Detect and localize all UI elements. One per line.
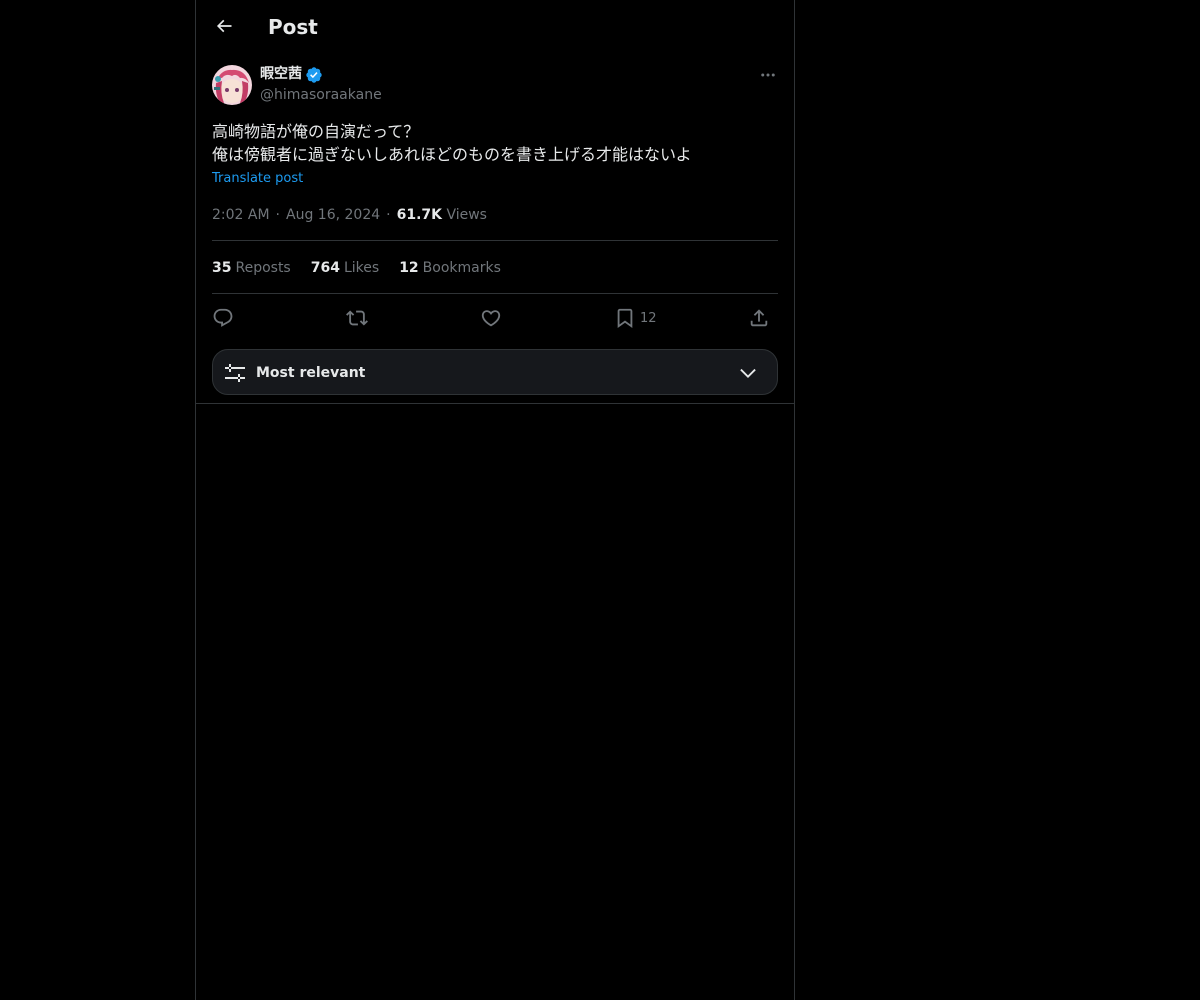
bookmark-button[interactable]: 12 <box>614 304 657 332</box>
likes-count: 764 <box>310 260 340 276</box>
main-column: Post 暇空茜 @himasoraakane 高崎物語が俺の自演だって？ 俺は… <box>195 0 795 1000</box>
views-count: 61.7K <box>396 207 442 223</box>
divider <box>212 240 778 241</box>
meta-separator: · <box>275 207 280 223</box>
post-date[interactable]: Aug 16, 2024 <box>286 207 380 223</box>
heart-icon <box>481 310 501 327</box>
share-icon <box>750 309 768 327</box>
divider <box>196 403 794 404</box>
more-dots-icon <box>761 73 775 77</box>
reposts-count: 35 <box>212 260 232 276</box>
arrow-left-icon <box>216 19 232 33</box>
post-stats: 35 Reposts 764 Likes 12 Bookmarks <box>212 259 521 277</box>
chevron-down-icon <box>740 368 756 378</box>
reply-icon <box>213 308 233 327</box>
translate-post-link[interactable]: Translate post <box>212 171 303 187</box>
divider <box>212 293 778 294</box>
more-options-button[interactable] <box>756 64 780 86</box>
sort-replies-dropdown[interactable]: Most relevant <box>212 349 778 395</box>
sort-label: Most relevant <box>256 365 366 381</box>
repost-button[interactable] <box>346 304 368 332</box>
action-bar: 12 <box>212 304 778 332</box>
author-handle[interactable]: @himasoraakane <box>260 86 382 105</box>
bookmarks-stat[interactable]: 12 Bookmarks <box>399 259 501 277</box>
post-text: 高崎物語が俺の自演だって？ 俺は傍観者に過ぎないしあれほどのものを書き上げる才能… <box>212 122 692 164</box>
reposts-stat[interactable]: 35 Reposts <box>212 259 291 277</box>
display-name-text: 暇空茜 <box>260 66 302 82</box>
share-button[interactable] <box>748 304 770 332</box>
bookmarks-label: Bookmarks <box>422 260 501 276</box>
likes-stat[interactable]: 764 Likes <box>311 259 379 277</box>
meta-separator: · <box>386 207 391 223</box>
back-button[interactable] <box>208 10 240 42</box>
like-button[interactable] <box>480 304 502 332</box>
bookmark-count: 12 <box>640 310 657 326</box>
post-meta: 2:02 AM · Aug 16, 2024 · 61.7K Views <box>212 206 487 224</box>
bookmark-icon <box>617 308 633 329</box>
avatar[interactable] <box>212 65 252 105</box>
views-label: Views <box>446 207 487 223</box>
likes-label: Likes <box>343 260 380 276</box>
post-time[interactable]: 2:02 AM <box>212 207 270 223</box>
repost-icon <box>346 310 368 326</box>
reposts-label: Reposts <box>235 260 291 276</box>
page-title: Post <box>268 15 318 39</box>
page-header: Post <box>196 0 794 54</box>
author-display-name[interactable]: 暇空茜 <box>260 65 323 84</box>
bookmarks-count: 12 <box>399 260 419 276</box>
sliders-icon <box>225 364 245 382</box>
verified-badge-icon <box>305 66 323 84</box>
reply-button[interactable] <box>212 304 234 332</box>
